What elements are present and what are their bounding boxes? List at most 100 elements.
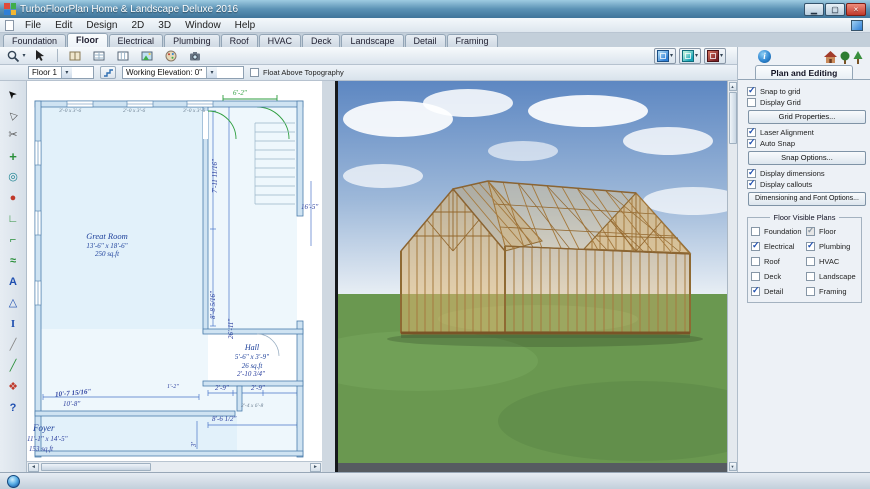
laser-alignment-checkbox[interactable]: Laser Alignment bbox=[747, 128, 870, 137]
float-above-topography-checkbox[interactable]: Float Above Topography bbox=[250, 68, 344, 77]
select-cursor-button[interactable] bbox=[29, 48, 51, 64]
plan-horizontal-scrollbar[interactable]: ◄ ► bbox=[27, 461, 322, 472]
menu-design[interactable]: Design bbox=[79, 20, 124, 31]
line-tool[interactable]: ╱ bbox=[2, 357, 24, 376]
menu-help[interactable]: Help bbox=[228, 20, 263, 31]
tab-hvac[interactable]: HVAC bbox=[259, 34, 301, 47]
3d-vertical-scrollbar[interactable]: ▲ ▼ bbox=[727, 81, 737, 472]
tab-electrical[interactable]: Electrical bbox=[109, 34, 164, 47]
working-elevation-select[interactable]: Working Elevation: 0" ▾ bbox=[122, 66, 244, 79]
floor-select[interactable]: Floor 1 ▾ bbox=[28, 66, 94, 79]
checkbox-box[interactable] bbox=[250, 68, 259, 77]
scrollbar-thumb[interactable] bbox=[41, 463, 151, 471]
visible-plan-detail[interactable]: Detail bbox=[751, 287, 804, 296]
render-view-button[interactable]: ▾ bbox=[704, 48, 726, 64]
visible-plan-floor[interactable]: Floor bbox=[806, 227, 859, 236]
checkbox-box[interactable] bbox=[806, 242, 815, 251]
scroll-up-icon[interactable]: ▲ bbox=[729, 82, 737, 91]
beam-tool[interactable]: I bbox=[2, 315, 24, 334]
snap-to-grid-checkbox[interactable]: Snap to grid bbox=[747, 87, 870, 96]
menu-window[interactable]: Window bbox=[178, 20, 228, 31]
display-grid-checkbox[interactable]: Display Grid bbox=[747, 98, 870, 107]
zoom-tool-button[interactable]: ▾ bbox=[5, 48, 27, 64]
3d-view-canvas[interactable] bbox=[338, 81, 727, 472]
measure-tool[interactable]: ╱ bbox=[2, 336, 24, 355]
scroll-right-icon[interactable]: ► bbox=[310, 463, 321, 472]
node-select-tool[interactable]: ▷ bbox=[2, 105, 24, 124]
info-icon[interactable]: i bbox=[758, 50, 771, 63]
menu-3d[interactable]: 3D bbox=[151, 20, 178, 31]
tree-icon[interactable] bbox=[852, 50, 864, 64]
polyline-tool[interactable]: ≈ bbox=[2, 252, 24, 271]
visible-plan-electrical[interactable]: Electrical bbox=[751, 242, 804, 251]
visible-plan-plumbing[interactable]: Plumbing bbox=[806, 242, 859, 251]
select-tool[interactable]: ➤ bbox=[2, 84, 24, 103]
cut-tool[interactable]: ✂ bbox=[2, 126, 24, 145]
tree-icon[interactable] bbox=[839, 50, 851, 64]
tab-plan-and-editing[interactable]: Plan and Editing bbox=[755, 65, 853, 79]
tab-roof[interactable]: Roof bbox=[221, 34, 258, 47]
visible-plan-foundation[interactable]: Foundation bbox=[751, 227, 804, 236]
tab-deck[interactable]: Deck bbox=[302, 34, 341, 47]
house-icon[interactable] bbox=[823, 50, 838, 64]
axis-tool[interactable]: ❖ bbox=[2, 378, 24, 397]
checkbox-box[interactable] bbox=[747, 98, 756, 107]
display-callouts-checkbox[interactable]: Display callouts bbox=[747, 180, 870, 189]
display-dimensions-checkbox[interactable]: Display dimensions bbox=[747, 169, 870, 178]
tab-floor[interactable]: Floor bbox=[67, 33, 108, 47]
checkbox-box[interactable] bbox=[747, 169, 756, 178]
visible-plan-landscape[interactable]: Landscape bbox=[806, 272, 859, 281]
checkbox-box[interactable] bbox=[747, 180, 756, 189]
checkbox-box[interactable] bbox=[806, 272, 815, 281]
palette-button[interactable] bbox=[160, 48, 182, 64]
tab-framing[interactable]: Framing bbox=[447, 34, 498, 47]
menu-file[interactable]: File bbox=[18, 20, 48, 31]
column-view-button[interactable] bbox=[112, 48, 134, 64]
auto-snap-checkbox[interactable]: Auto Snap bbox=[747, 139, 870, 148]
add-point-tool[interactable]: + bbox=[2, 147, 24, 166]
maximize-button[interactable]: ▢ bbox=[825, 3, 845, 16]
view-3d-perspective-button[interactable]: ▾ bbox=[679, 48, 701, 64]
dimension-tool[interactable]: △ bbox=[2, 294, 24, 313]
start-button[interactable] bbox=[7, 475, 20, 488]
checkbox-box[interactable] bbox=[747, 87, 756, 96]
eyedropper-tool[interactable]: ◎ bbox=[2, 168, 24, 187]
checkbox-box[interactable] bbox=[806, 257, 815, 266]
close-button[interactable]: × bbox=[846, 3, 866, 16]
elevation-button[interactable] bbox=[100, 66, 116, 79]
worksheet-table-button[interactable] bbox=[88, 48, 110, 64]
tab-landscape[interactable]: Landscape bbox=[341, 34, 403, 47]
catalog-book-button[interactable] bbox=[64, 48, 86, 64]
checkbox-box[interactable] bbox=[751, 242, 760, 251]
checkbox-box[interactable] bbox=[751, 257, 760, 266]
snap-options-button[interactable]: Snap Options... bbox=[748, 151, 866, 165]
minimize-button[interactable]: ▁ bbox=[804, 3, 824, 16]
checkbox-box[interactable] bbox=[806, 287, 815, 296]
view-splitter[interactable] bbox=[322, 81, 338, 472]
wall-corner-tool[interactable]: ⌐ bbox=[2, 231, 24, 250]
mdi-window-icon[interactable] bbox=[851, 20, 863, 31]
menu-edit[interactable]: Edit bbox=[48, 20, 79, 31]
materials-image-button[interactable] bbox=[136, 48, 158, 64]
scroll-left-icon[interactable]: ◄ bbox=[28, 463, 39, 472]
checkbox-box[interactable] bbox=[751, 287, 760, 296]
help-tool[interactable]: ? bbox=[2, 399, 24, 418]
text-tool[interactable]: A bbox=[2, 273, 24, 292]
checkbox-box[interactable] bbox=[747, 128, 756, 137]
camera-snapshot-button[interactable] bbox=[184, 48, 206, 64]
visible-plan-roof[interactable]: Roof bbox=[751, 257, 804, 266]
floor-plan-canvas[interactable]: Great Room 13'-6" x 18'-6" 250 sq.ft Hal… bbox=[27, 81, 322, 472]
tab-detail[interactable]: Detail bbox=[405, 34, 446, 47]
checkbox-box[interactable] bbox=[751, 227, 760, 236]
visible-plan-deck[interactable]: Deck bbox=[751, 272, 804, 281]
tab-plumbing[interactable]: Plumbing bbox=[164, 34, 220, 47]
dimensioning-font-options-button[interactable]: Dimensioning and Font Options... bbox=[748, 192, 866, 206]
marker-tool[interactable]: ● bbox=[2, 189, 24, 208]
checkbox-box[interactable] bbox=[751, 272, 760, 281]
menu-2d[interactable]: 2D bbox=[125, 20, 152, 31]
grid-properties-button[interactable]: Grid Properties... bbox=[748, 110, 866, 124]
tab-foundation[interactable]: Foundation bbox=[3, 34, 66, 47]
scrollbar-thumb[interactable] bbox=[729, 92, 737, 144]
scroll-down-icon[interactable]: ▼ bbox=[729, 462, 737, 471]
visible-plan-framing[interactable]: Framing bbox=[806, 287, 859, 296]
